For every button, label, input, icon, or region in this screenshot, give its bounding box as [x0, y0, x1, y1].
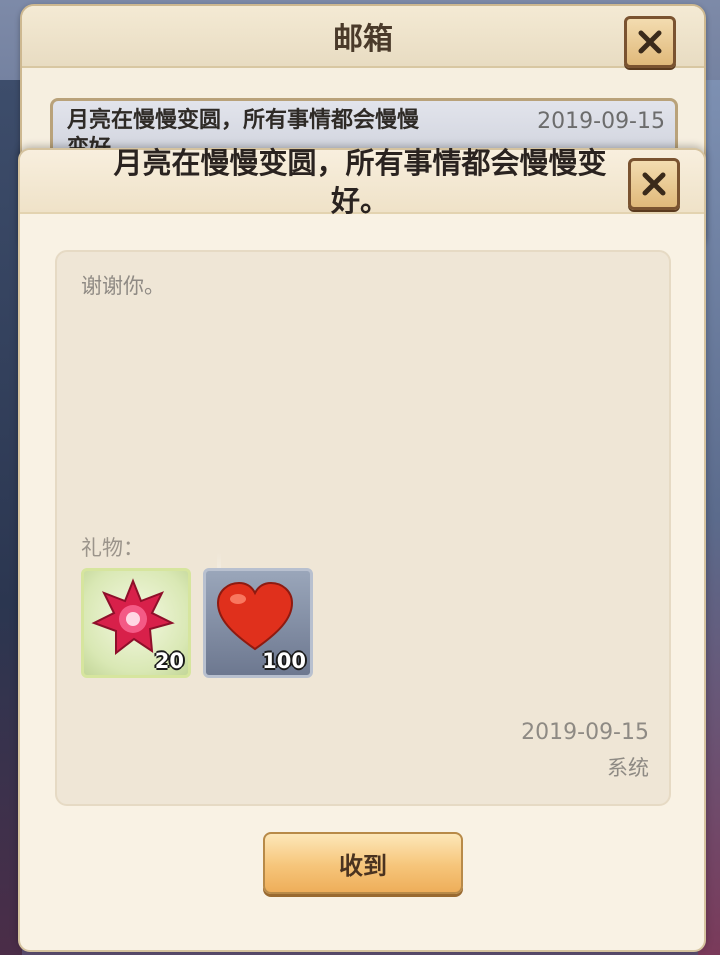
mail-detail-panel: 月亮在慢慢变圆，所有事情都会慢慢变好。 谢谢你。 礼物： 20 100 2019…: [18, 146, 706, 952]
mail-sender: 系统: [607, 756, 649, 780]
gift-item-heart[interactable]: 100: [203, 568, 313, 678]
mail-message-body: 谢谢你。: [81, 274, 165, 298]
mailbox-title: 邮箱: [333, 22, 393, 57]
mail-detail-close-button[interactable]: [628, 158, 680, 210]
close-icon: [638, 30, 662, 54]
collect-button[interactable]: 收到: [263, 832, 463, 894]
red-crystal-icon: [91, 578, 175, 656]
heart-icon: [216, 581, 294, 651]
close-icon: [642, 172, 666, 196]
gifts-label: 礼物：: [81, 536, 144, 560]
collect-button-label: 收到: [339, 851, 387, 880]
gift-count: 20: [154, 649, 184, 673]
mail-content-box: 谢谢你。 礼物： 20 100 2019-09-15 系统: [55, 250, 671, 806]
mailbox-close-button[interactable]: [624, 16, 676, 68]
mail-list-date: 2019-09-15: [537, 109, 665, 134]
mail-detail-title: 月亮在慢慢变圆，所有事情都会慢慢变好。: [113, 146, 607, 218]
mail-date: 2019-09-15: [521, 720, 649, 745]
gift-count: 100: [262, 649, 306, 673]
mailbox-header: 邮箱: [22, 6, 704, 68]
gift-item-red-crystal[interactable]: 20: [81, 568, 191, 678]
